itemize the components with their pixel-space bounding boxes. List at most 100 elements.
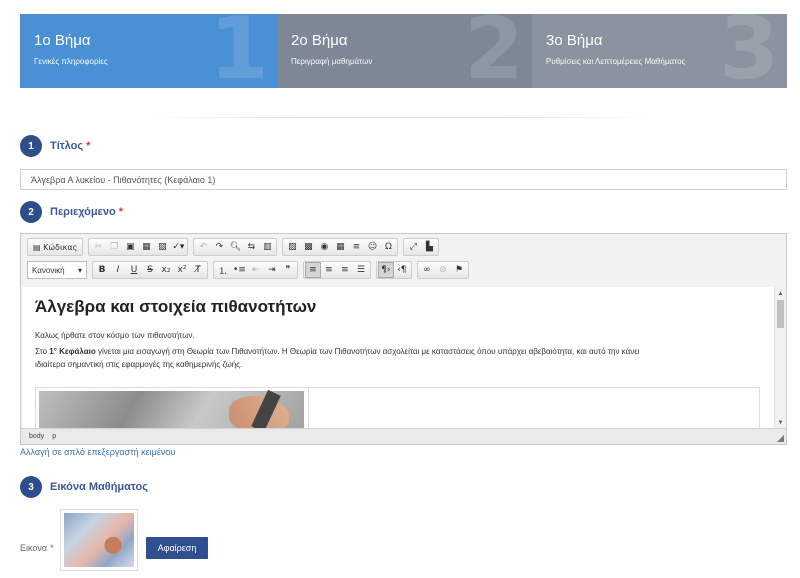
- section-number-badge: 2: [20, 201, 42, 223]
- outdent-icon[interactable]: ⇤: [248, 262, 264, 278]
- toolbar-group-align: ≡ ≡ ≡ ☰: [302, 261, 371, 279]
- flash-icon[interactable]: ▩: [300, 239, 316, 255]
- remove-format-icon[interactable]: T̸: [190, 262, 206, 278]
- align-center-icon[interactable]: ≡: [321, 262, 337, 278]
- required-marker: *: [86, 140, 91, 152]
- thumbnail-picture: [64, 513, 134, 567]
- cut-icon[interactable]: ✂: [90, 239, 106, 255]
- italic-icon[interactable]: I: [110, 262, 126, 278]
- justify-icon[interactable]: ☰: [353, 262, 369, 278]
- course-image-thumbnail: [60, 509, 138, 571]
- paragraph-line-3: ιδιαίτερα σημαντική στις εφαρμογές της κ…: [35, 360, 243, 369]
- undo-icon[interactable]: ↶: [195, 239, 211, 255]
- image-icon[interactable]: ▨: [284, 239, 300, 255]
- path-body[interactable]: body: [29, 433, 44, 440]
- step-subtitle: Περιγραφή μαθημάτων: [291, 57, 373, 66]
- bold-icon[interactable]: B: [94, 262, 110, 278]
- section-number-badge: 3: [20, 476, 42, 498]
- subscript-icon[interactable]: x₂: [158, 262, 174, 278]
- anchor-link-icon[interactable]: ∞: [419, 262, 435, 278]
- special-char-icon[interactable]: Ω: [380, 239, 396, 255]
- required-marker: *: [50, 543, 54, 553]
- step-number-watermark: 3: [719, 14, 779, 88]
- toolbar-group-tools: ⤢ ▙: [403, 238, 440, 256]
- spellcheck-icon[interactable]: ✓▾: [170, 239, 186, 255]
- toolbar-group-direction: ¶› ‹¶: [375, 261, 412, 279]
- toolbar-group-paragraph: ⒈ •≡ ⇤ ⇥ ❞: [213, 261, 298, 279]
- wizard-step-1[interactable]: 1 1ο Βήμα Γενικές πληροφορίες: [20, 14, 277, 88]
- horizontal-rule-icon[interactable]: ≡: [348, 239, 364, 255]
- plain-editor-link[interactable]: Αλλαγή σε απλό επεξεργαστή κειμένου: [20, 447, 175, 457]
- indent-icon[interactable]: ⇥: [264, 262, 280, 278]
- paste-text-icon[interactable]: ▦: [138, 239, 154, 255]
- scroll-up-icon[interactable]: ▲: [776, 289, 785, 298]
- step-title: 3ο Βήμα: [546, 32, 603, 49]
- align-left-icon[interactable]: ≡: [304, 262, 321, 278]
- select-all-icon[interactable]: ▥: [259, 239, 275, 255]
- wizard-steps: 1 1ο Βήμα Γενικές πληροφορίες 2 2ο Βήμα …: [20, 14, 787, 88]
- title-input[interactable]: [20, 169, 787, 190]
- editor-content-area[interactable]: Άλγεβρα και στοιχεία πιθανοτήτων Καλως ή…: [22, 287, 776, 429]
- ltr-icon[interactable]: ¶›: [377, 262, 394, 278]
- chevron-down-icon: ▾: [77, 265, 82, 275]
- unlink-icon[interactable]: ⊘: [435, 262, 451, 278]
- find-icon[interactable]: 🔍︎: [227, 239, 243, 255]
- remove-image-button[interactable]: Αφαίρεση: [146, 537, 208, 559]
- rich-text-editor: ▤ Κώδικας ✂ ❐ ▣ ▦ ▧ ✓▾ ↶ ↷ 🔍︎ ⇆ ▥ ▨ ▩ ◉ …: [20, 233, 787, 445]
- format-select-value: Κανονική: [32, 265, 65, 275]
- numbered-list-icon[interactable]: ⒈: [215, 262, 231, 278]
- content-label-text: Περιεχόμενο: [50, 206, 116, 218]
- required-marker: *: [118, 206, 123, 218]
- superscript-icon[interactable]: x²: [174, 262, 190, 278]
- resize-grip-icon[interactable]: [777, 435, 784, 442]
- underline-icon[interactable]: U: [126, 262, 142, 278]
- image-label-text: Εικονα: [20, 543, 48, 553]
- source-button[interactable]: ▤ Κώδικας: [29, 239, 81, 255]
- source-icon: ▤: [33, 242, 41, 252]
- show-blocks-icon[interactable]: ▙: [421, 239, 437, 255]
- copy-icon[interactable]: ❐: [106, 239, 122, 255]
- wizard-step-3[interactable]: 3 3ο Βήμα Ρυθμίσεις και Λεπτομέρειες Μαθ…: [532, 14, 787, 88]
- redo-icon[interactable]: ↷: [211, 239, 227, 255]
- editor-scrollbar[interactable]: ▲ ▼: [774, 287, 785, 429]
- toolbar-group-source: ▤ Κώδικας: [27, 238, 84, 256]
- step-subtitle: Γενικές πληροφορίες: [34, 57, 108, 66]
- paragraph-bold: 1° Κεφάλαιο: [49, 347, 96, 356]
- format-select[interactable]: Κανονική ▾: [27, 261, 87, 279]
- paste-icon[interactable]: ▣: [122, 239, 138, 255]
- rtl-icon[interactable]: ‹¶: [394, 262, 410, 278]
- toolbar-group-insert: ▨ ▩ ◉ ▦ ≡ ☺ Ω: [282, 238, 399, 256]
- content-paragraph-2: Στο 1° Κεφάλαιο γίνεται μια εισαγωγή στη…: [35, 345, 763, 371]
- image-field-label: Εικονα *: [20, 543, 54, 553]
- section-content-heading: 2 Περιεχόμενο *: [20, 201, 123, 223]
- toolbar-group-links: ∞ ⊘ ⚑: [416, 261, 469, 279]
- step-number-watermark: 1: [209, 14, 269, 88]
- wizard-step-2[interactable]: 2 2ο Βήμα Περιγραφή μαθημάτων: [277, 14, 532, 88]
- bulleted-list-icon[interactable]: •≡: [231, 262, 248, 278]
- scrollbar-thumb[interactable]: [777, 300, 784, 328]
- paragraph-prefix: Στο: [35, 347, 50, 356]
- path-p[interactable]: p: [52, 433, 56, 440]
- flag-icon[interactable]: ⚑: [451, 262, 467, 278]
- section-label: Περιεχόμενο *: [50, 206, 123, 218]
- content-heading: Άλγεβρα και στοιχεία πιθανοτήτων: [35, 297, 317, 316]
- replace-icon[interactable]: ⇆: [243, 239, 259, 255]
- smiley-icon[interactable]: ☺: [364, 239, 380, 255]
- maximize-icon[interactable]: ⤢: [405, 239, 421, 255]
- paste-word-icon[interactable]: ▧: [154, 239, 170, 255]
- section-label: Εικόνα Μαθήματος: [50, 481, 148, 493]
- blockquote-icon[interactable]: ❞: [280, 262, 296, 278]
- table-cell-divider: [308, 388, 309, 429]
- section-image-heading: 3 Εικόνα Μαθήματος: [20, 476, 148, 498]
- content-table: [35, 387, 760, 429]
- toolbar-group-clipboard: ✂ ❐ ▣ ▦ ▧ ✓▾: [88, 238, 189, 256]
- step-subtitle: Ρυθμίσεις και Λεπτομέρειες Μαθήματος: [546, 57, 686, 66]
- strike-icon[interactable]: S: [142, 262, 158, 278]
- link-icon[interactable]: ◉: [316, 239, 332, 255]
- step-number-watermark: 2: [464, 14, 524, 88]
- title-label-text: Τίτλος: [50, 140, 84, 152]
- align-right-icon[interactable]: ≡: [337, 262, 353, 278]
- scroll-down-icon[interactable]: ▼: [776, 418, 785, 427]
- table-icon[interactable]: ▦: [332, 239, 348, 255]
- editor-toolbar-row-2: Κανονική ▾ B I U S x₂ x² T̸ ⒈ •≡ ⇤ ⇥ ❞ ≡…: [21, 257, 786, 280]
